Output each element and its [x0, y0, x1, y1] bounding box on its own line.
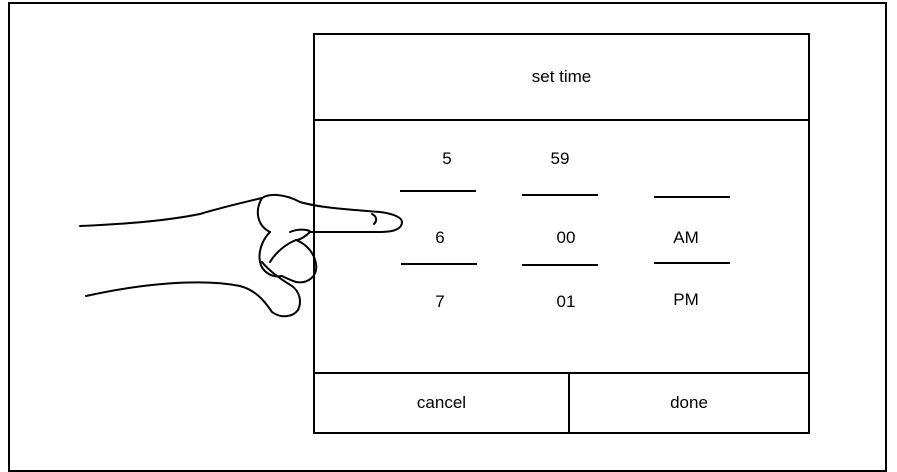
pointing-hand-icon — [79, 193, 403, 318]
